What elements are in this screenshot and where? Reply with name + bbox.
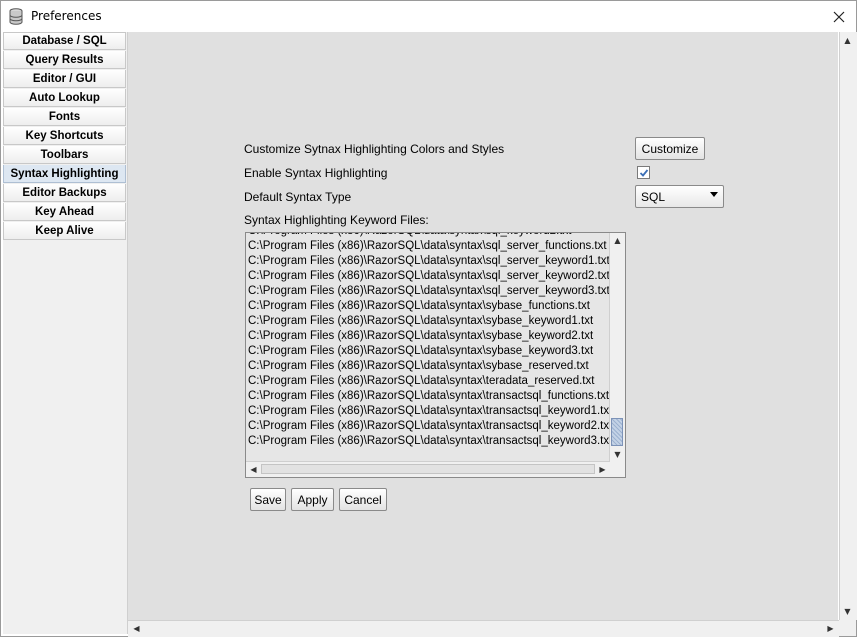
scroll-left-arrow-icon[interactable]: ◀: [129, 621, 144, 636]
list-vertical-scrollbar[interactable]: ▲ ▼: [609, 233, 625, 462]
panel-vertical-scrollbar[interactable]: ▲ ▼: [839, 32, 857, 620]
close-button[interactable]: [822, 1, 856, 32]
list-scroll-corner: [610, 462, 625, 477]
sidebar-item-editor-backups[interactable]: Editor Backups: [3, 184, 126, 202]
enable-syntax-checkbox[interactable]: [637, 166, 650, 179]
list-item[interactable]: C:\Program Files (x86)\RazorSQL\data\syn…: [248, 344, 610, 359]
default-syntax-label: Default Syntax Type: [244, 190, 352, 204]
keyword-files-rows: C:\Program Files (x86)\RazorSQL\data\syn…: [248, 233, 610, 449]
sidebar-item-key-ahead[interactable]: Key Ahead: [3, 203, 126, 221]
panel-horizontal-scrollbar[interactable]: ◀ ▶: [128, 620, 839, 637]
list-item[interactable]: C:\Program Files (x86)\RazorSQL\data\syn…: [248, 299, 610, 314]
list-item[interactable]: C:\Program Files (x86)\RazorSQL\data\syn…: [248, 239, 610, 254]
default-syntax-select[interactable]: SQL: [635, 185, 724, 208]
title-bar: Preferences: [1, 1, 856, 32]
sidebar-item-toolbars[interactable]: Toolbars: [3, 146, 126, 164]
scroll-corner: [839, 620, 856, 636]
list-scroll-up-icon[interactable]: ▲: [610, 233, 625, 248]
customize-label: Customize Sytnax Highlighting Colors and…: [244, 142, 505, 156]
list-item[interactable]: C:\Program Files (x86)\RazorSQL\data\syn…: [248, 269, 610, 284]
keyword-files-label: Syntax Highlighting Keyword Files:: [244, 213, 429, 227]
list-scroll-left-icon[interactable]: ◀: [246, 462, 261, 477]
keyword-files-viewport: C:\Program Files (x86)\RazorSQL\data\syn…: [246, 233, 610, 462]
database-icon: [9, 8, 23, 25]
list-horizontal-scrollbar[interactable]: ◀ ▶: [246, 461, 610, 477]
preferences-window: Preferences Database / SQL Query Results…: [0, 0, 857, 637]
checkmark-icon: [639, 168, 648, 177]
sidebar-item-query-results[interactable]: Query Results: [3, 51, 126, 69]
sidebar-item-key-shortcuts[interactable]: Key Shortcuts: [3, 127, 126, 145]
save-button[interactable]: Save: [250, 488, 286, 511]
cancel-button[interactable]: Cancel: [339, 488, 387, 511]
list-item[interactable]: C:\Program Files (x86)\RazorSQL\data\syn…: [248, 374, 610, 389]
list-item[interactable]: C:\Program Files (x86)\RazorSQL\data\syn…: [248, 404, 610, 419]
enable-syntax-label: Enable Syntax Highlighting: [244, 166, 388, 180]
list-item[interactable]: C:\Program Files (x86)\RazorSQL\data\syn…: [248, 254, 610, 269]
list-horizontal-thumb[interactable]: [261, 464, 595, 474]
customize-button[interactable]: Customize: [635, 137, 705, 160]
list-scroll-thumb[interactable]: [611, 418, 623, 446]
list-item[interactable]: C:\Program Files (x86)\RazorSQL\data\syn…: [248, 419, 610, 434]
scroll-up-arrow-icon[interactable]: ▲: [840, 33, 855, 48]
list-item[interactable]: C:\Program Files (x86)\RazorSQL\data\syn…: [248, 314, 610, 329]
sidebar-item-fonts[interactable]: Fonts: [3, 108, 126, 126]
list-item[interactable]: C:\Program Files (x86)\RazorSQL\data\syn…: [248, 389, 610, 404]
list-scroll-right-icon[interactable]: ▶: [595, 462, 610, 477]
list-item[interactable]: C:\Program Files (x86)\RazorSQL\data\syn…: [248, 434, 610, 449]
sidebar-item-database-sql[interactable]: Database / SQL: [3, 32, 126, 50]
sidebar-item-auto-lookup[interactable]: Auto Lookup: [3, 89, 126, 107]
sidebar-item-keep-alive[interactable]: Keep Alive: [3, 222, 126, 240]
scroll-right-arrow-icon[interactable]: ▶: [823, 621, 838, 636]
list-item[interactable]: C:\Program Files (x86)\RazorSQL\data\syn…: [248, 329, 610, 344]
sidebar-item-syntax-highlighting[interactable]: Syntax Highlighting: [3, 165, 126, 183]
keyword-files-list[interactable]: C:\Program Files (x86)\RazorSQL\data\syn…: [245, 232, 626, 478]
window-title: Preferences: [31, 9, 102, 23]
list-item[interactable]: C:\Program Files (x86)\RazorSQL\data\syn…: [248, 359, 610, 374]
preferences-sidebar: Database / SQL Query Results Editor / GU…: [3, 32, 128, 634]
close-icon: [833, 11, 845, 22]
apply-button[interactable]: Apply: [291, 488, 334, 511]
list-item[interactable]: C:\Program Files (x86)\RazorSQL\data\syn…: [248, 284, 610, 299]
scroll-down-arrow-icon[interactable]: ▼: [840, 604, 855, 619]
sidebar-item-editor-gui[interactable]: Editor / GUI: [3, 70, 126, 88]
chevron-down-icon: [710, 192, 718, 197]
list-scroll-down-icon[interactable]: ▼: [610, 447, 625, 462]
default-syntax-value: SQL: [641, 190, 666, 204]
